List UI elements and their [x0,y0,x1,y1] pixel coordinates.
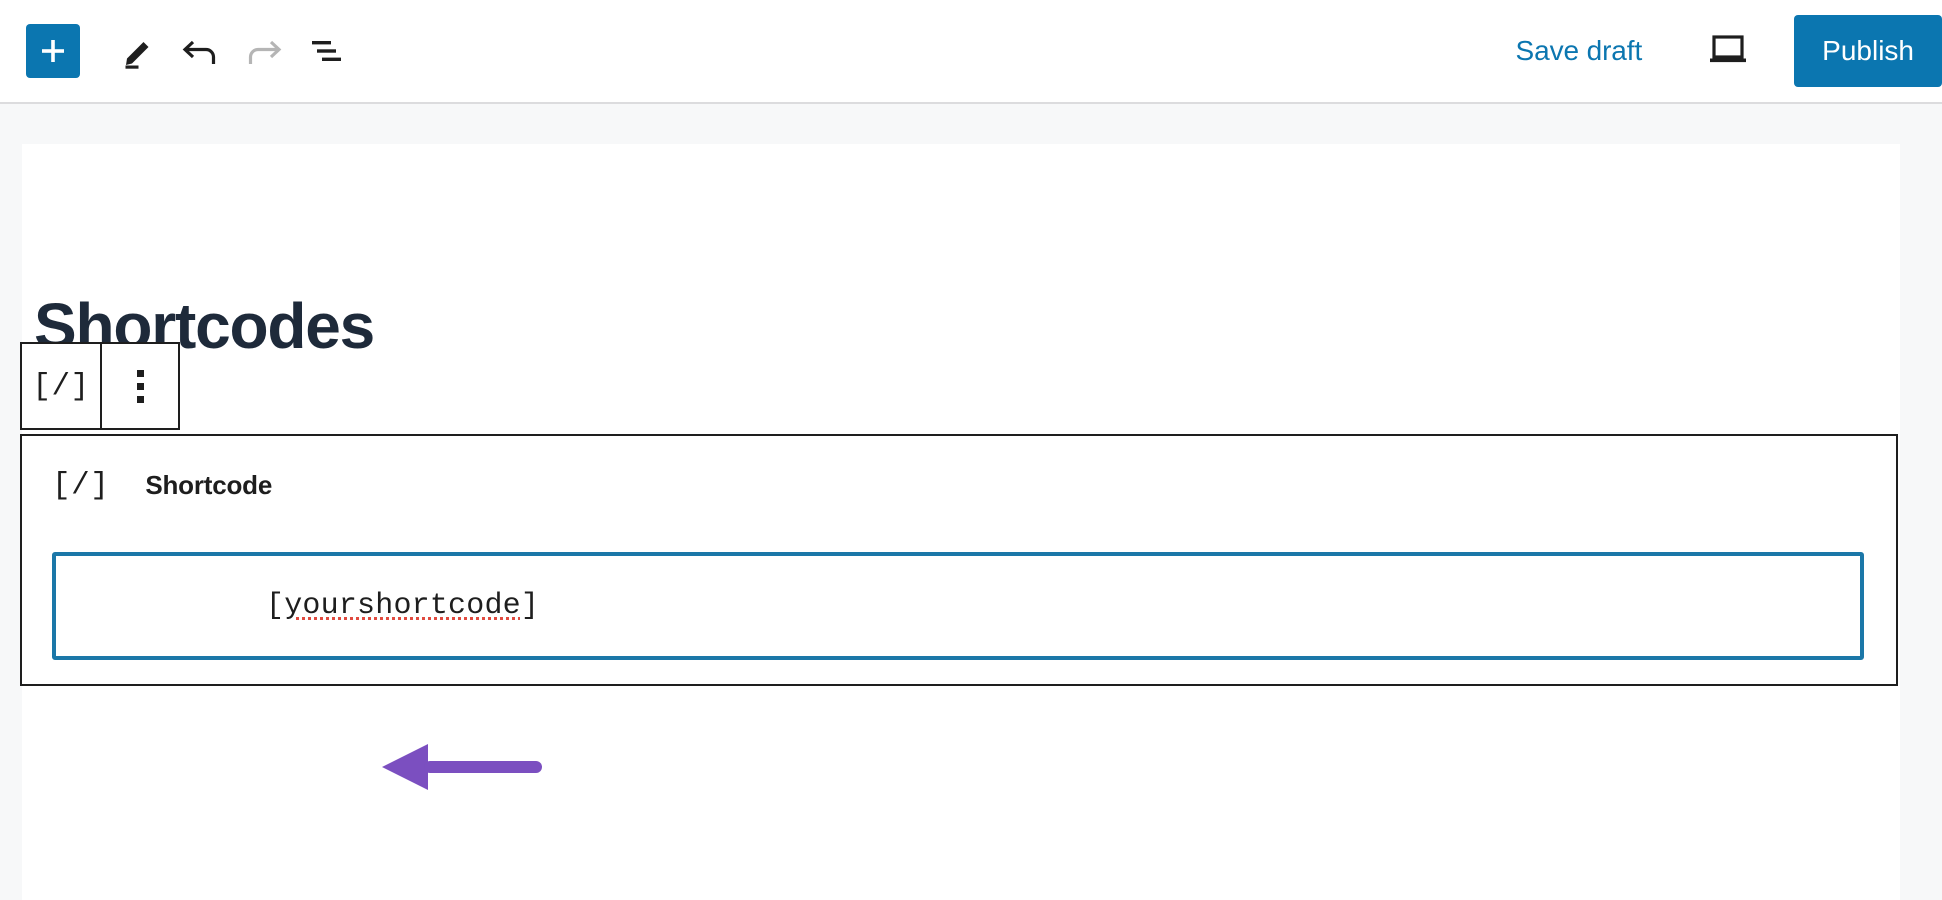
editor-canvas[interactable]: Shortcodes [/] [/] Shortcode [yourshortc… [20,144,1900,900]
editor-header-bar: Save draft Publish [0,0,1942,104]
header-right-actions: Save draft Publish [1512,0,1942,102]
shortcode-input[interactable]: [yourshortcode] [52,552,1864,660]
block-more-options-button[interactable] [100,344,178,428]
list-view-button[interactable] [294,20,356,82]
header-left-tools [0,20,356,82]
list-view-icon [305,31,345,71]
laptop-preview-icon [1706,32,1750,71]
undo-button[interactable] [170,20,232,82]
block-type-button[interactable]: [/] [22,344,100,428]
shortcode-bracket-open: [ [266,589,285,623]
shortcode-block-header: [/] Shortcode [52,468,272,503]
save-draft-button[interactable]: Save draft [1512,25,1647,77]
block-toolbar: [/] [20,342,180,430]
preview-button[interactable] [1688,20,1768,82]
add-block-button[interactable] [26,24,80,78]
shortcode-block[interactable]: [/] Shortcode [yourshortcode] [20,434,1898,686]
shortcode-block-label: Shortcode [145,470,273,500]
shortcode-input-value: [yourshortcode] [84,555,539,657]
shortcode-icon: [/] [52,468,110,503]
editor-body: Shortcodes [/] [/] Shortcode [yourshortc… [0,104,1942,900]
publish-button[interactable]: Publish [1794,15,1942,87]
edit-tool-button[interactable] [108,20,170,82]
shortcode-input-word: yourshortcode [284,589,521,623]
plus-icon [38,36,68,66]
redo-button[interactable] [232,20,294,82]
undo-arrow-icon [179,29,223,73]
kebab-menu-icon [136,369,144,403]
shortcode-bracket-close: ] [520,589,540,623]
redo-arrow-icon [241,29,285,73]
pencil-icon [119,31,159,71]
